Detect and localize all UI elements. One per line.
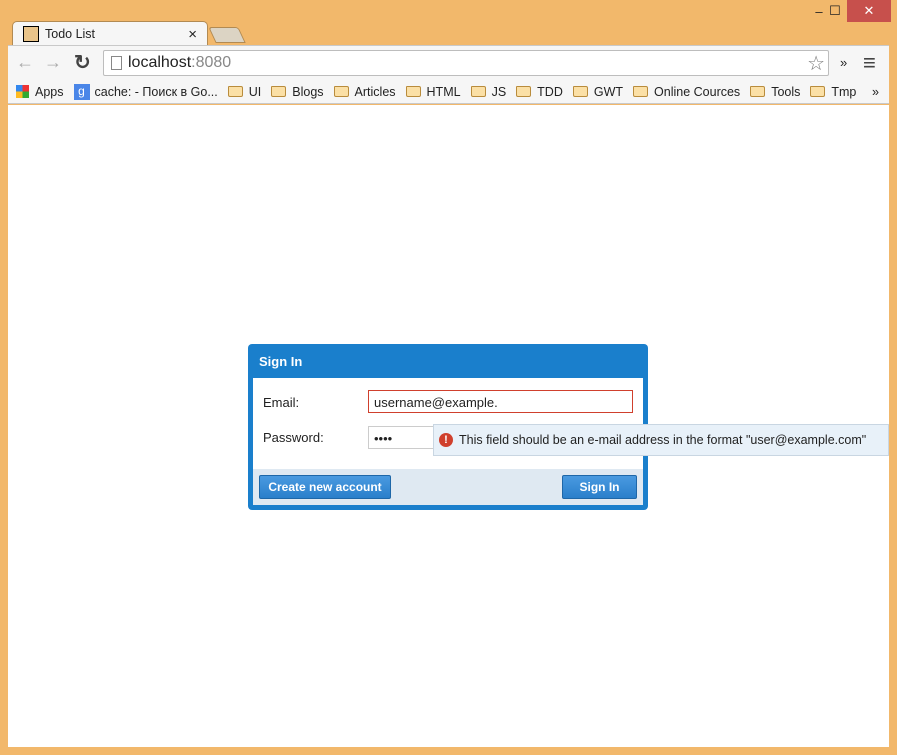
folder-icon [516, 86, 532, 97]
email-label: Email: [263, 395, 300, 410]
folder-icon [227, 86, 243, 97]
bookmark-articles[interactable]: Articles [333, 85, 396, 99]
maximize-button[interactable]: ☐ [820, 0, 850, 22]
favicon-icon [23, 26, 39, 42]
folder-icon [633, 86, 649, 97]
bookmark-google-cache[interactable]: g cache: - Поиск в Go... [73, 83, 218, 100]
bookmark-js[interactable]: JS [470, 85, 506, 99]
email-input[interactable]: username@example. [368, 390, 633, 413]
url-port: :8080 [191, 54, 232, 71]
menu-icon[interactable]: ≡ [863, 50, 876, 76]
bookmark-apps[interactable]: Apps [16, 85, 64, 99]
bookmark-online-cources[interactable]: Online Cources [633, 85, 740, 99]
google-icon: g [73, 83, 90, 100]
folder-icon [810, 86, 826, 97]
folder-icon [572, 86, 588, 97]
close-window-button[interactable]: ✕ [847, 0, 891, 22]
validation-message: This field should be an e-mail address i… [459, 433, 867, 447]
back-button[interactable]: ← [16, 52, 34, 73]
bookmarks-bar: Apps g cache: - Поиск в Go... UI Blogs Ar… [8, 80, 889, 104]
bookmark-html[interactable]: HTML [405, 85, 461, 99]
bookmark-tmp[interactable]: Tmp [810, 85, 856, 99]
new-tab-button[interactable] [208, 27, 246, 43]
url-host: localhost [128, 54, 192, 71]
apps-grid-icon [16, 85, 29, 98]
sign-in-button[interactable]: Sign In [562, 475, 637, 499]
extensions-overflow-button[interactable]: » [840, 55, 847, 70]
bookmark-ui[interactable]: UI [227, 85, 261, 99]
password-label: Password: [263, 430, 324, 445]
tab-close-icon[interactable]: × [188, 26, 197, 43]
dialog-title: Sign In [259, 354, 303, 369]
folder-icon [333, 86, 349, 97]
folder-icon [750, 86, 766, 97]
forward-button[interactable]: → [44, 52, 62, 73]
bookmark-blogs[interactable]: Blogs [271, 85, 324, 99]
dialog-footer: Create new account Sign In [253, 469, 643, 505]
tab-title: Todo List [45, 27, 96, 41]
bookmark-tools[interactable]: Tools [750, 85, 800, 99]
bookmark-tdd[interactable]: TDD [516, 85, 563, 99]
folder-icon [470, 86, 486, 97]
validation-tooltip: ! This field should be an e-mail address… [433, 424, 889, 456]
error-icon: ! [439, 433, 453, 447]
bookmark-gwt[interactable]: GWT [572, 85, 623, 99]
tab-todo-list[interactable]: Todo List × [12, 21, 208, 46]
address-bar[interactable]: localhost:8080 ☆ [103, 50, 829, 76]
bookmarks-overflow-button[interactable]: » [872, 85, 879, 99]
page-icon [111, 56, 122, 70]
create-account-button[interactable]: Create new account [259, 475, 391, 499]
reload-button[interactable]: ↻ [74, 50, 91, 75]
folder-icon [271, 86, 287, 97]
folder-icon [405, 86, 421, 97]
bookmark-star-icon[interactable]: ☆ [807, 51, 825, 76]
